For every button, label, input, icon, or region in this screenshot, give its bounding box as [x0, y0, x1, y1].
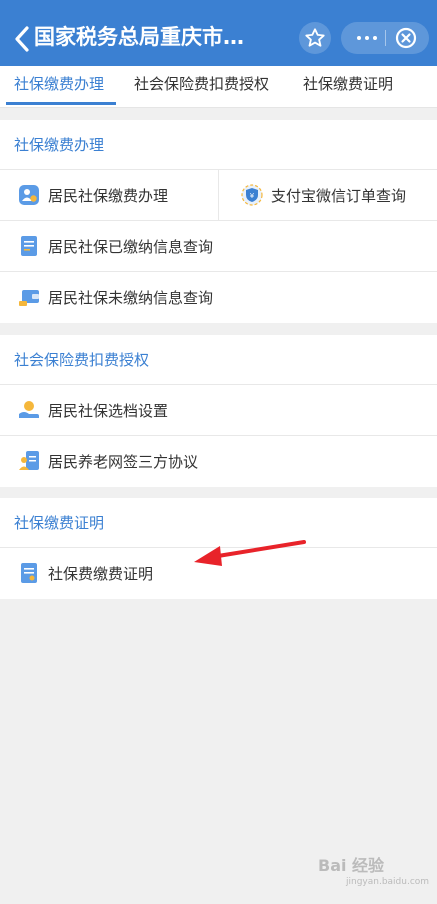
item-tripartite-agreement[interactable]: 居民养老网签三方协议 — [0, 436, 437, 486]
item-order-query[interactable]: ¥ 支付宝微信订单查询 — [219, 170, 437, 220]
annotation-arrow-icon — [194, 540, 306, 566]
item-resident-payment[interactable]: 居民社保缴费办理 — [0, 170, 219, 220]
wallet-icon — [19, 290, 39, 306]
capsule-divider — [385, 30, 386, 46]
item-unpaid-info-query[interactable]: 居民社保未缴纳信息查询 — [0, 272, 437, 322]
star-icon — [305, 28, 325, 47]
baidu-watermark: Bai 经验 jingyan.baidu.com — [318, 852, 429, 892]
back-arrow-icon[interactable] — [12, 24, 32, 54]
svg-text:¥: ¥ — [250, 192, 255, 200]
section-payment: 社保缴费办理 居民社保缴费办理 ¥ 支付宝微信订单查询 居民社保已缴纳信息查询 … — [0, 120, 437, 323]
section-title: 社会保险费扣费授权 — [0, 335, 437, 385]
document-list-icon — [21, 236, 37, 256]
person-payment-icon — [19, 185, 39, 205]
shield-search-icon: ¥ — [241, 184, 263, 206]
mini-program-capsule — [341, 22, 429, 54]
watermark-text: Bai 经验 — [318, 856, 385, 875]
tab-payment[interactable]: 社保缴费办理 — [14, 66, 104, 107]
title-bar: 国家税务总局重庆市… — [0, 0, 437, 66]
certificate-icon — [21, 563, 37, 583]
section-title: 社保缴费办理 — [0, 120, 437, 170]
close-icon[interactable] — [395, 27, 417, 49]
person-document-icon — [19, 451, 39, 470]
list-row: 居民社保已缴纳信息查询 — [0, 221, 437, 272]
tab-deduction-authorization[interactable]: 社会保险费扣费授权 — [134, 66, 269, 107]
item-label: 居民社保已缴纳信息查询 — [48, 237, 214, 256]
item-label: 居民养老网签三方协议 — [48, 452, 199, 471]
item-label: 社保费缴费证明 — [48, 564, 154, 583]
list-row: 居民社保选档设置 — [0, 385, 437, 436]
page-title: 国家税务总局重庆市… — [34, 25, 244, 49]
active-tab-indicator — [6, 102, 116, 105]
list-row: 居民社保缴费办理 ¥ 支付宝微信订单查询 — [0, 170, 437, 221]
watermark-url: jingyan.baidu.com — [346, 877, 430, 887]
tab-bar: 社保缴费办理 社会保险费扣费授权 社保缴费证明 — [0, 66, 437, 108]
item-label: 居民社保选档设置 — [48, 401, 169, 420]
hand-coin-icon — [19, 401, 39, 418]
section-deduction-authorization: 社会保险费扣费授权 居民社保选档设置 居民养老网签三方协议 — [0, 335, 437, 487]
favorite-button[interactable] — [299, 22, 331, 54]
list-row: 居民社保未缴纳信息查询 — [0, 272, 437, 323]
tab-payment-certificate[interactable]: 社保缴费证明 — [303, 66, 393, 107]
item-label: 居民社保缴费办理 — [48, 186, 169, 205]
item-paid-info-query[interactable]: 居民社保已缴纳信息查询 — [0, 221, 437, 271]
item-label: 居民社保未缴纳信息查询 — [48, 288, 214, 307]
item-tier-setting[interactable]: 居民社保选档设置 — [0, 385, 437, 435]
list-row: 居民养老网签三方协议 — [0, 436, 437, 487]
more-icon[interactable] — [353, 22, 381, 54]
item-label: 支付宝微信订单查询 — [271, 186, 407, 205]
